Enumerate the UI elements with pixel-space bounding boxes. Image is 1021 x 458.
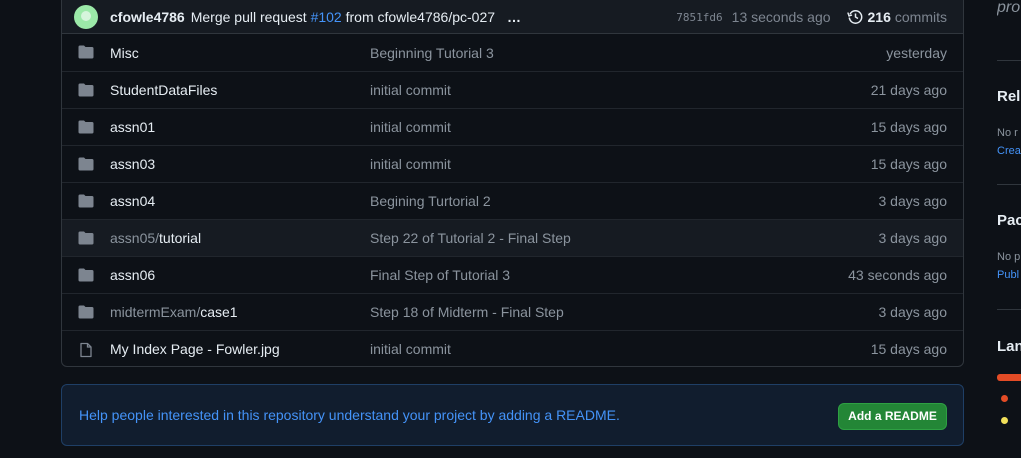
publish-package-link[interactable]: Publ [997,269,1019,281]
file-name[interactable]: assn06 [110,267,155,283]
file-age: 15 days ago [870,341,947,357]
file-commit-message[interactable]: Begining Turtorial 2 [370,193,491,209]
file-name-text[interactable]: tutorial [159,230,201,246]
file-row[interactable]: midtermExam/case1 Step 18 of Midterm - F… [62,293,963,330]
file-name-text[interactable]: case1 [200,304,237,320]
file-browser: cfowle4786 Merge pull request #102 from … [61,0,964,367]
folder-icon [78,305,94,319]
file-name[interactable]: assn05/tutorial [110,230,201,246]
language-dot [1001,395,1008,402]
file-row[interactable]: My Index Page - Fowler.jpg initial commi… [62,330,963,366]
history-icon [846,10,862,24]
sidebar-divider [997,309,1021,310]
file-row[interactable]: assn03 initial commit 15 days ago [62,145,963,182]
releases-heading[interactable]: Rel [997,88,1020,105]
file-name-text[interactable]: Misc [110,45,139,61]
folder-icon [78,120,94,134]
file-name[interactable]: assn03 [110,156,155,172]
commit-message-suffix[interactable]: from cfowle4786/pc-027 [346,9,495,25]
file-icon [80,342,92,358]
file-name-prefix: midtermExam/ [110,304,201,320]
file-name-text[interactable]: assn06 [110,267,155,283]
file-name[interactable]: assn01 [110,119,155,135]
expand-commit-button[interactable]: … [507,9,522,25]
pr-link[interactable]: #102 [311,9,342,25]
file-name[interactable]: My Index Page - Fowler.jpg [110,341,280,357]
folder-icon [78,45,94,59]
file-commit-message[interactable]: initial commit [370,82,451,98]
add-readme-banner: Help people interested in this repositor… [61,384,964,446]
file-name[interactable]: Misc [110,45,139,61]
file-age: 15 days ago [870,156,947,172]
file-name-text[interactable]: assn01 [110,119,155,135]
file-age: 15 days ago [870,119,947,135]
releases-status: No r [997,127,1018,139]
sidebar-divider [997,60,1021,61]
latest-commit-bar: cfowle4786 Merge pull request #102 from … [62,0,963,34]
file-name[interactable]: assn04 [110,193,155,209]
commit-meta: 7851fd6 13 seconds ago 216 commits [676,9,947,25]
folder-icon [78,268,94,282]
folder-icon [78,157,94,171]
commit-sha[interactable]: 7851fd6 [676,11,722,24]
repo-sidebar: pro Rel No r Crea Pac No p Publ Lan [997,0,1021,458]
file-name-text[interactable]: assn03 [110,156,155,172]
file-commit-message[interactable]: Step 18 of Midterm - Final Step [370,304,564,320]
packages-status: No p [997,251,1021,263]
file-row[interactable]: assn06 Final Step of Tutorial 3 43 secon… [62,256,963,293]
file-commit-message[interactable]: initial commit [370,156,451,172]
commit-message[interactable]: Merge pull request #102 from cfowle4786/… [191,9,495,25]
file-age: 3 days ago [878,193,948,209]
file-row[interactable]: assn04 Begining Turtorial 2 3 days ago [62,182,963,219]
file-commit-message[interactable]: initial commit [370,119,451,135]
file-name[interactable]: midtermExam/case1 [110,304,238,320]
file-age: 3 days ago [878,304,948,320]
commit-count-label: commits [894,9,947,25]
file-age: 43 seconds ago [848,267,947,283]
author-avatar[interactable] [74,5,98,29]
language-dot [1001,417,1008,424]
file-name-text[interactable]: StudentDataFiles [110,82,217,98]
sidebar-divider [997,184,1021,185]
commit-count: 216 [867,9,891,25]
languages-heading: Lan [997,338,1021,355]
commit-history-link[interactable]: 216 commits [846,9,947,25]
file-row[interactable]: StudentDataFiles initial commit 21 days … [62,71,963,108]
readme-banner-text: Help people interested in this repositor… [79,407,620,423]
file-commit-message[interactable]: initial commit [370,341,451,357]
commit-author[interactable]: cfowle4786 [110,9,185,25]
packages-heading[interactable]: Pac [997,212,1021,229]
file-name-prefix: assn05/ [110,230,160,246]
file-name-text[interactable]: My Index Page - Fowler.jpg [110,341,280,357]
file-commit-message[interactable]: Final Step of Tutorial 3 [370,267,510,283]
file-commit-message[interactable]: Beginning Tutorial 3 [370,45,494,61]
commit-message-prefix[interactable]: Merge pull request [191,9,307,25]
folder-icon [78,194,94,208]
commit-time[interactable]: 13 seconds ago [732,9,831,25]
file-age: 21 days ago [870,82,947,98]
file-row[interactable]: Misc Beginning Tutorial 3 yesterday [62,34,963,71]
file-age: 3 days ago [878,230,948,246]
file-name[interactable]: StudentDataFiles [110,82,217,98]
add-readme-button[interactable]: Add a README [838,403,947,430]
file-row[interactable]: assn05/tutorial Step 22 of Tutorial 2 - … [62,219,963,256]
about-description: pro [997,0,1021,16]
file-age: yesterday [886,44,947,61]
folder-icon [78,83,94,97]
create-release-link[interactable]: Crea [997,145,1021,157]
file-commit-message[interactable]: Step 22 of Tutorial 2 - Final Step [370,230,571,246]
folder-icon [78,231,94,245]
file-name-text[interactable]: assn04 [110,193,155,209]
file-row[interactable]: assn01 initial commit 15 days ago [62,108,963,145]
language-bar [997,374,1021,381]
